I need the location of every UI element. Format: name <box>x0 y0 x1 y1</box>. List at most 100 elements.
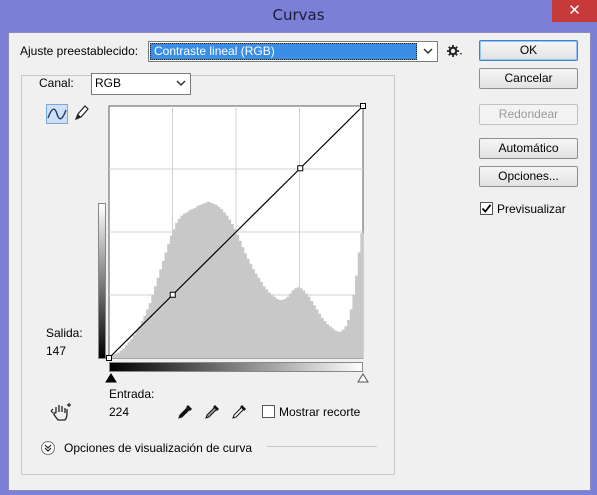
histogram-bar <box>201 203 205 358</box>
histogram-bar <box>212 203 216 358</box>
cancel-button[interactable]: Cancelar <box>479 68 578 89</box>
histogram-bar <box>135 330 139 358</box>
histogram-bar <box>278 299 282 358</box>
hand-tool[interactable] <box>50 402 74 422</box>
white-point-slider[interactable] <box>357 373 369 383</box>
histogram-bar <box>151 294 155 358</box>
input-value[interactable]: 224 <box>109 405 129 419</box>
histogram-bar <box>217 207 221 358</box>
histogram-bar <box>193 208 197 358</box>
histogram-bar <box>214 204 218 358</box>
histogram-bar <box>328 326 332 358</box>
preset-dropdown[interactable]: Contraste lineal (RGB) <box>148 41 438 62</box>
histogram-bar <box>304 293 308 358</box>
histogram-bar <box>259 281 263 358</box>
histogram-bar <box>273 296 277 358</box>
show-clipping-label: Mostrar recorte <box>279 405 361 419</box>
channel-dropdown[interactable]: RGB <box>91 73 191 95</box>
histogram-bar <box>209 202 213 358</box>
histogram-bar <box>291 290 295 358</box>
histogram-bar <box>130 338 134 358</box>
histogram-bar <box>254 273 258 358</box>
histogram-bar <box>230 223 234 358</box>
histogram-bar <box>347 319 351 358</box>
histogram-bar <box>320 317 324 358</box>
histogram-bar <box>302 290 306 358</box>
histogram-bar <box>286 296 290 358</box>
histogram-bar <box>294 288 298 358</box>
histogram-bar <box>275 298 279 358</box>
gray-eyedropper[interactable] <box>203 403 221 421</box>
histogram-bar <box>238 240 242 358</box>
round-button[interactable]: Redondear <box>479 104 578 125</box>
curve-tool[interactable] <box>46 104 68 124</box>
dialog-body: Ajuste preestablecido: Contraste lineal … <box>8 32 591 491</box>
black-point-slider[interactable] <box>105 373 117 383</box>
chevron-down-icon <box>176 80 186 87</box>
histogram-bar <box>236 234 240 358</box>
curve-options-toggle[interactable] <box>41 441 55 455</box>
histogram-bar <box>360 233 364 358</box>
histogram-bar <box>257 277 261 358</box>
histogram-bar <box>315 309 319 358</box>
histogram-bar <box>283 298 287 358</box>
pencil-tool[interactable] <box>71 104 93 124</box>
histogram-bar <box>246 258 250 358</box>
output-value[interactable]: 147 <box>46 344 66 358</box>
black-eyedropper[interactable] <box>176 403 194 421</box>
curve-options-label[interactable]: Opciones de visualización de curva <box>64 441 252 455</box>
curve-icon <box>47 108 67 120</box>
histogram-bar <box>318 313 322 358</box>
histogram-bar <box>296 287 300 358</box>
histogram-bar <box>167 243 171 358</box>
ok-button[interactable]: OK <box>479 40 578 61</box>
preset-label: Ajuste preestablecido: <box>20 44 139 58</box>
histogram-bar <box>119 350 123 358</box>
histogram-bar <box>312 305 316 358</box>
histogram-bar <box>251 269 255 358</box>
histogram-bar <box>188 210 192 358</box>
histogram-bar <box>341 329 345 358</box>
eyedropper-icon <box>205 405 219 419</box>
auto-button[interactable]: Automático <box>479 138 578 159</box>
histogram-bar <box>288 293 292 358</box>
histogram-bar <box>122 348 126 358</box>
histogram-bar <box>185 212 189 358</box>
section-separator <box>267 446 377 447</box>
histogram-bar <box>222 212 226 358</box>
histogram-bar <box>138 326 142 358</box>
histogram-bar <box>352 294 356 358</box>
gear-icon[interactable] <box>446 43 464 59</box>
histogram-bar <box>116 352 120 358</box>
histogram-bar <box>198 204 203 358</box>
histogram-bar <box>307 296 311 358</box>
histogram-bar <box>114 353 118 358</box>
histogram-bar <box>323 321 327 358</box>
chevron-down-icon <box>44 444 52 452</box>
histogram-bar <box>262 286 266 358</box>
histogram-bar <box>228 219 232 358</box>
histogram-bar <box>183 213 187 358</box>
curve-graph[interactable] <box>105 102 369 362</box>
white-eyedropper[interactable] <box>230 403 248 421</box>
histogram-bar <box>339 331 343 358</box>
eyedropper-icon <box>232 405 246 419</box>
input-gradient-bar <box>109 362 363 372</box>
histogram-bar <box>331 328 335 358</box>
histogram-bar <box>127 342 131 358</box>
histogram-bar <box>241 247 245 358</box>
show-clipping-checkbox[interactable] <box>262 405 275 418</box>
window-title: Curvas <box>272 6 325 24</box>
histogram-bar <box>333 330 337 358</box>
eyedropper-icon <box>178 405 192 419</box>
preview-checkbox[interactable] <box>480 202 493 215</box>
histogram-bar <box>191 209 195 358</box>
close-button[interactable]: ✕ <box>552 0 597 22</box>
channel-label: Canal: <box>39 76 74 90</box>
pencil-icon <box>74 105 89 121</box>
histogram-bar <box>310 300 314 358</box>
options-button[interactable]: Opciones... <box>479 166 578 187</box>
preset-selected-value: Contraste lineal (RGB) <box>150 43 417 60</box>
histogram-bar <box>280 299 285 358</box>
channel-value: RGB <box>95 76 122 90</box>
